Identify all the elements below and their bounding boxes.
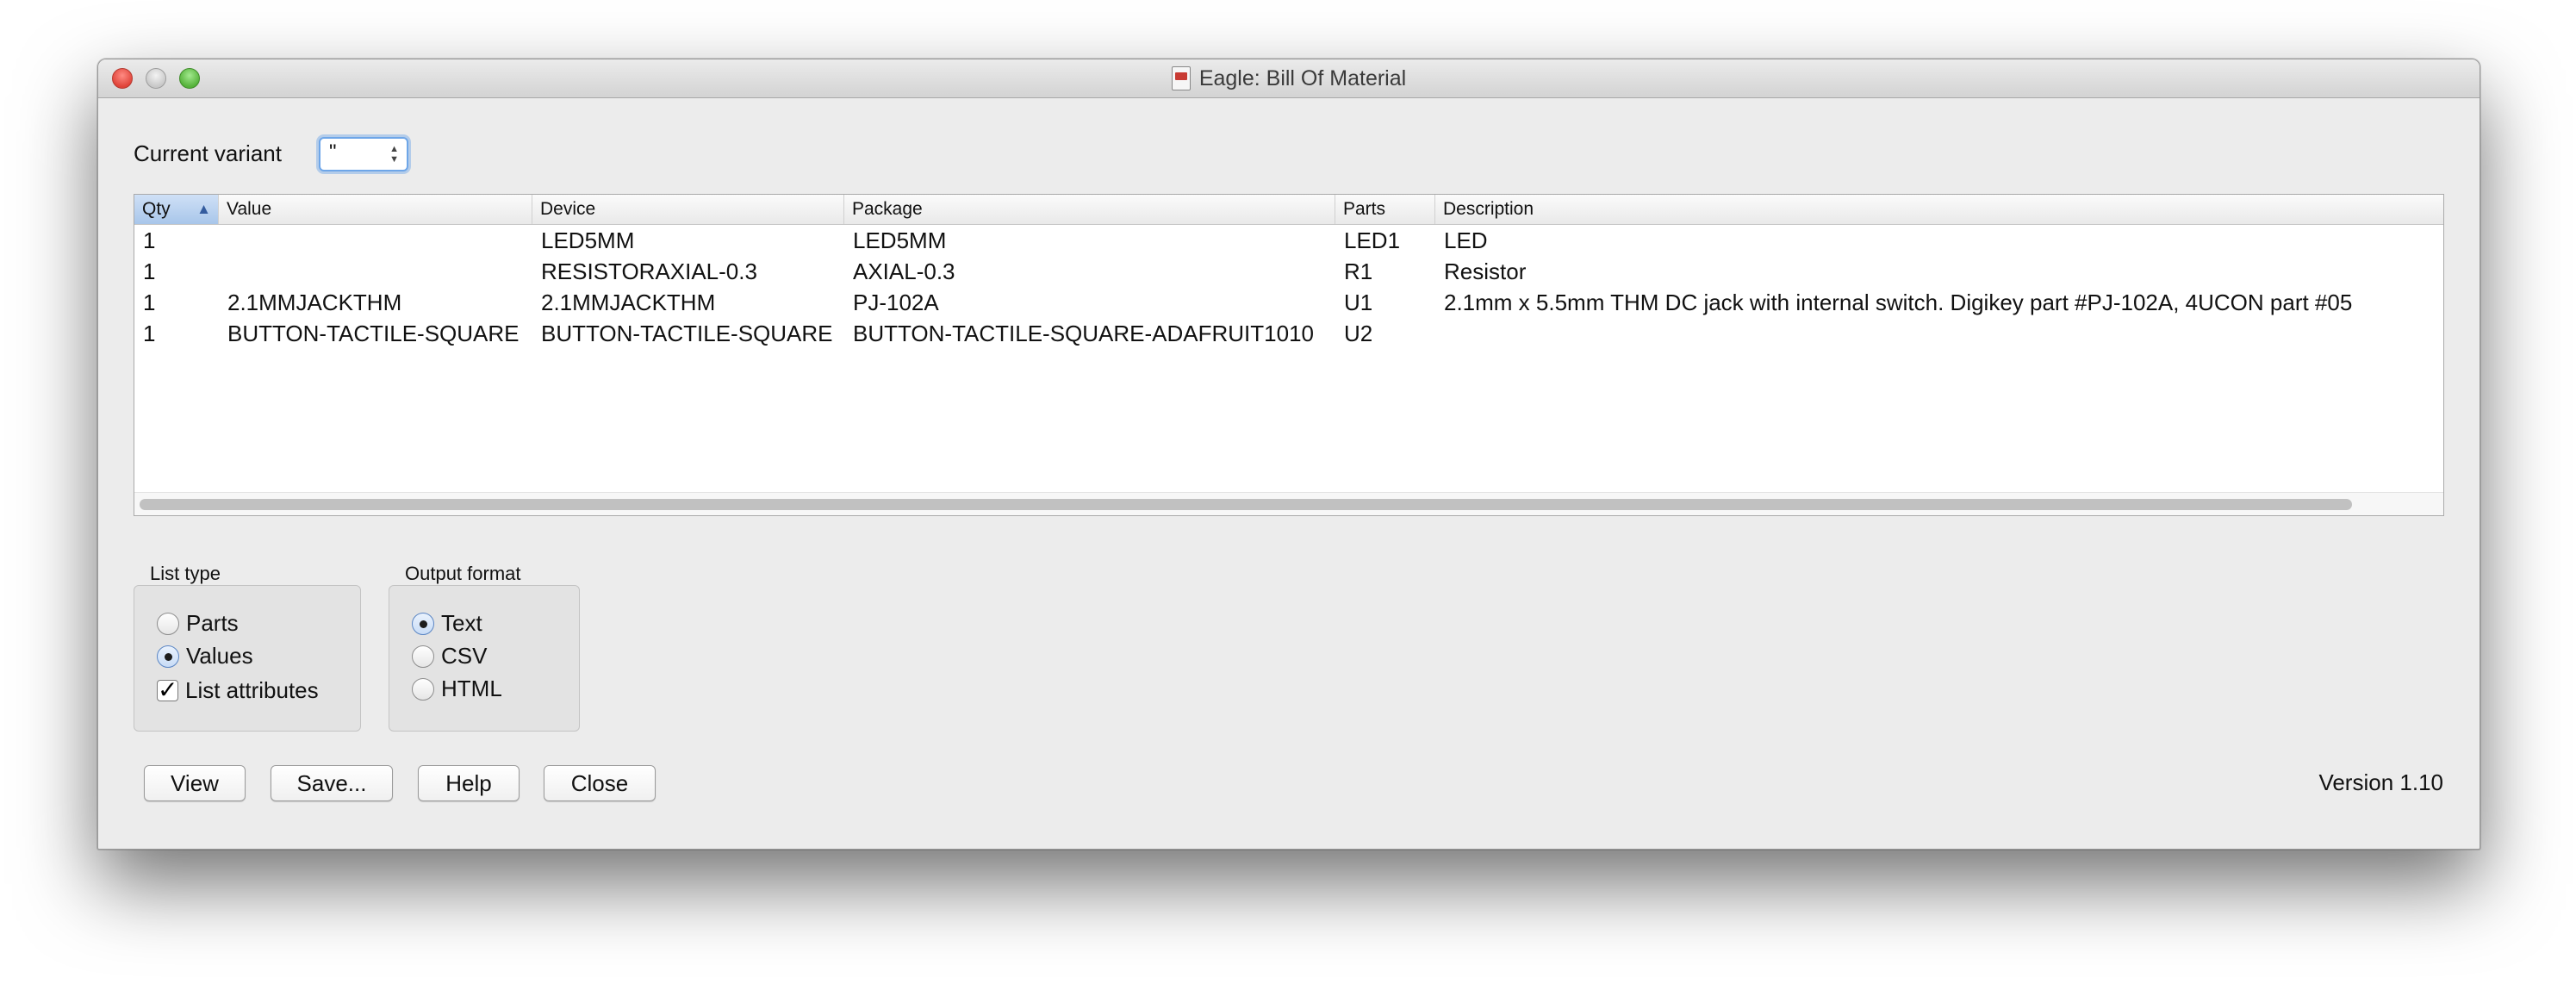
window-title: Eagle: Bill Of Material [1198,65,1407,90]
output-format-text-option[interactable]: Text [412,610,482,637]
cell-qty: 1 [143,258,156,284]
list-type-label: List type [150,563,221,584]
cell-parts: R1 [1344,258,1373,284]
variant-select[interactable]: " ▲ ▼ [319,137,408,171]
cell-device: 2.1MMJACKTHM [541,290,716,315]
cell-value [219,225,227,256]
column-header-parts[interactable]: Parts [1335,195,1435,224]
version-label: Version 1.10 [2318,769,2443,795]
title-bar[interactable]: Eagle: Bill Of Material [98,59,2480,98]
list-type-group: Parts Values ✓ List attributes [134,585,361,732]
variant-value: " [329,140,337,164]
list-type-parts-option[interactable]: Parts [157,610,239,637]
cell-package: AXIAL-0.3 [853,258,955,284]
column-header-value[interactable]: Value [219,195,532,224]
cell-value [219,256,227,287]
checkbox-checked-icon[interactable]: ✓ [157,678,178,702]
cell-qty: 1 [143,321,156,346]
list-type-values-option[interactable]: Values [157,643,253,669]
current-variant-label: Current variant [134,140,282,166]
radio-button[interactable] [157,612,179,635]
view-button[interactable]: View [144,765,246,801]
radio-button[interactable] [412,677,434,701]
help-button[interactable]: Help [418,765,520,801]
output-format-group: Text CSV HTML [389,585,580,732]
bom-window: Eagle: Bill Of Material Current variant … [97,59,2480,850]
horizontal-scroll-thumb[interactable] [140,499,2352,510]
radio-button[interactable] [412,612,434,635]
column-header-qty[interactable]: Qty ▲ [134,195,219,224]
cell-device: BUTTON-TACTILE-SQUARE [541,321,833,346]
column-header-device[interactable]: Device [532,195,844,224]
save-button[interactable]: Save... [271,765,393,801]
column-header-description[interactable]: Description [1435,195,2443,224]
column-header-package[interactable]: Package [844,195,1335,224]
cell-qty: 1 [143,290,156,315]
cell-device: RESISTORAXIAL-0.3 [541,258,757,284]
cell-parts: U2 [1344,321,1373,346]
table-row[interactable]: 1 2.1MMJACKTHM 2.1MMJACKTHM PJ-102A U1 2… [134,287,2443,318]
document-icon [1171,66,1191,90]
table-row[interactable]: 1 BUTTON-TACTILE-SQUARE BUTTON-TACTILE-S… [134,318,2443,349]
cell-value: 2.1MMJACKTHM [227,290,402,315]
cell-package: PJ-102A [853,290,939,315]
radio-button[interactable] [412,645,434,668]
output-format-label: Output format [405,563,521,584]
table-header: Qty ▲ Value Device Package Parts Descrip… [134,195,2443,225]
window-title-group: Eagle: Bill Of Material [98,59,2480,97]
radio-button[interactable] [157,645,179,668]
table-row[interactable]: 1 LED5MM LED5MM LED1 LED [134,225,2443,256]
cell-description [1435,318,1444,349]
cell-parts: U1 [1344,290,1373,315]
sort-ascending-icon: ▲ [196,201,211,217]
close-button[interactable]: Close [544,765,656,801]
cell-device: LED5MM [541,227,635,253]
bom-table[interactable]: Qty ▲ Value Device Package Parts Descrip… [134,194,2444,516]
output-format-html-option[interactable]: HTML [412,676,502,702]
cell-qty: 1 [143,227,156,253]
horizontal-scrollbar[interactable] [134,492,2443,515]
cell-package: BUTTON-TACTILE-SQUARE-ADAFRUIT1010 [853,321,1315,346]
cell-description: LED [1444,227,1488,253]
cell-parts: LED1 [1344,227,1401,253]
cell-description: 2.1mm x 5.5mm THM DC jack with internal … [1444,290,2353,315]
cell-package: LED5MM [853,227,947,253]
list-attributes-option[interactable]: ✓ List attributes [157,677,319,704]
cell-value: BUTTON-TACTILE-SQUARE [227,321,520,346]
output-format-csv-option[interactable]: CSV [412,643,487,669]
select-arrows-icon: ▲ ▼ [389,144,399,165]
cell-description: Resistor [1444,258,1527,284]
table-row[interactable]: 1 RESISTORAXIAL-0.3 AXIAL-0.3 R1 Resisto… [134,256,2443,287]
